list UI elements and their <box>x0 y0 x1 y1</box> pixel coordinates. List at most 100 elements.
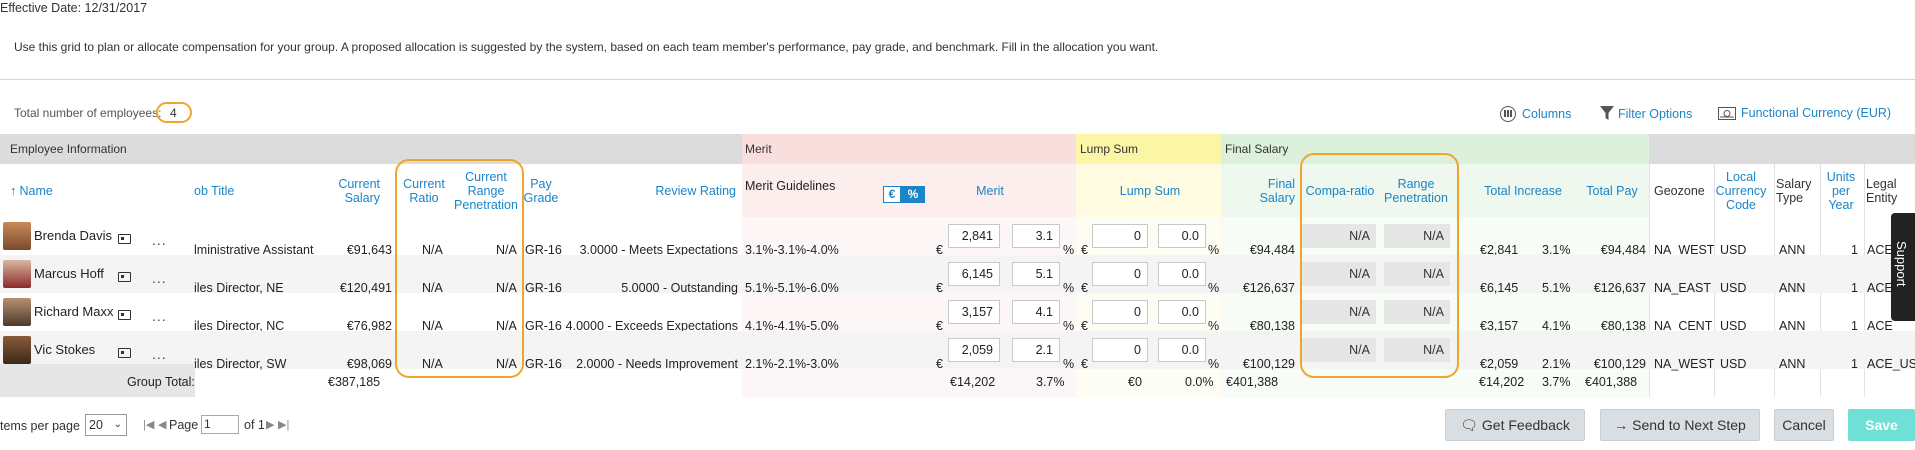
col-current-salary[interactable]: Current Salary <box>328 164 380 217</box>
col-pay-grade[interactable]: Pay Grade <box>524 164 559 217</box>
group-lump-sum: Lump Sum <box>1080 142 1139 156</box>
merit-amount-input[interactable]: 3,157 <box>948 300 1000 324</box>
send-to-next-step-button[interactable]: → Send to Next Step <box>1600 409 1760 441</box>
col-total-increase[interactable]: Total Increase <box>1478 164 1568 217</box>
save-button[interactable]: Save <box>1848 409 1915 441</box>
col-merit[interactable]: Merit <box>960 164 1020 217</box>
col-review-rating[interactable]: Review Rating <box>620 164 736 217</box>
range-penetration: N/A <box>1384 300 1450 324</box>
lump-amount-input[interactable]: 0 <box>1092 338 1148 362</box>
col-local-currency-code[interactable]: Local Currency Code <box>1714 164 1768 217</box>
more-options-icon[interactable]: ... <box>152 303 167 329</box>
filter-options-button[interactable]: Filter Options <box>1600 106 1692 121</box>
col-range-penetration[interactable]: Range Penetration <box>1380 164 1452 217</box>
merit-amount-input[interactable]: 2,841 <box>948 224 1000 248</box>
pay-grade: GR-16 <box>525 357 562 371</box>
range-penetration: N/A <box>1384 224 1450 248</box>
page-label: Page <box>169 418 199 432</box>
currency-icon <box>1718 106 1736 120</box>
table-row: Brenda Davis ... lministrative Assistant… <box>0 217 1915 257</box>
toggle-euro[interactable]: € <box>883 186 901 203</box>
lump-amount-input[interactable]: 0 <box>1092 300 1148 324</box>
toggle-percent[interactable]: % <box>901 186 925 203</box>
lump-percent-input[interactable]: 0.0 <box>1158 338 1206 362</box>
page-input[interactable]: 1 <box>201 415 239 434</box>
sort-up-icon: ↑ <box>10 182 17 198</box>
col-legal-entity[interactable]: Legal Entity <box>1866 164 1906 217</box>
header-divider <box>0 79 1915 80</box>
lump-amount-input[interactable]: 0 <box>1092 262 1148 286</box>
employee-name-link[interactable]: Marcus Hoff <box>34 255 104 293</box>
functional-currency-button[interactable]: Functional Currency (EUR) <box>1718 106 1891 120</box>
group-total-final: €401,388 <box>1226 375 1279 389</box>
merit-percent-input[interactable]: 5.1 <box>1012 262 1060 286</box>
get-feedback-button[interactable]: 🗨 Get Feedback <box>1445 409 1585 441</box>
id-card-icon[interactable] <box>118 309 131 320</box>
lump-amount-input[interactable]: 0 <box>1092 224 1148 248</box>
range-penetration: N/A <box>1384 338 1450 362</box>
employee-name-link[interactable]: Brenda Davis <box>34 217 112 255</box>
lump-percent-input[interactable]: 0.0 <box>1158 300 1206 324</box>
arrow-right-icon: → <box>1614 417 1629 433</box>
lump-percent-input[interactable]: 0.0 <box>1158 224 1206 248</box>
support-tab[interactable]: Support <box>1891 213 1915 321</box>
merit-percent-input[interactable]: 2.1 <box>1012 338 1060 362</box>
col-compa-ratio[interactable]: Compa-ratio <box>1302 164 1378 217</box>
col-current-ratio[interactable]: Current Ratio <box>400 164 448 217</box>
merit-currency: € <box>936 357 943 371</box>
lump-percent-input[interactable]: 0.0 <box>1158 262 1206 286</box>
columns-icon <box>1500 106 1516 122</box>
more-options-icon[interactable]: ... <box>152 227 167 253</box>
id-card-icon[interactable] <box>118 233 131 244</box>
col-units-per-year[interactable]: Units per Year <box>1820 164 1862 217</box>
feedback-icon: 🗨 <box>1460 417 1478 433</box>
col-geozone[interactable]: Geozone <box>1654 164 1705 217</box>
group-total-label: Group Total: <box>127 375 195 389</box>
total-employees-value: 4 <box>170 106 177 120</box>
id-card-icon[interactable] <box>118 347 131 358</box>
merit-amount-input[interactable]: 6,145 <box>948 262 1000 286</box>
units-per-year: 1 <box>1851 357 1858 371</box>
merit-guidelines: 2.1%-2.1%-3.0% <box>745 357 839 371</box>
filter-options-label: Filter Options <box>1618 106 1693 121</box>
current-ratio: N/A <box>422 357 443 371</box>
columns-label: Columns <box>1522 107 1572 121</box>
group-total-lump-pct: 0.0% <box>1185 375 1214 389</box>
range-penetration: N/A <box>1384 262 1450 286</box>
table-row: Vic Stokes ... iles Director, SW €98,069… <box>0 331 1915 371</box>
current-range-penetration: N/A <box>496 357 517 371</box>
id-card-icon[interactable] <box>118 271 131 282</box>
col-total-pay[interactable]: Total Pay <box>1580 164 1644 217</box>
col-lump-sum[interactable]: Lump Sum <box>1100 164 1200 217</box>
col-name[interactable]: ↑ Name <box>10 164 53 217</box>
prev-page-icon[interactable]: ◀ <box>158 418 166 431</box>
group-total-merit-pct: 3.7% <box>1036 375 1065 389</box>
chevron-down-icon: ⌄ <box>113 419 122 430</box>
table-row: Marcus Hoff ... iles Director, NE €120,4… <box>0 255 1915 295</box>
col-salary-type[interactable]: Salary Type <box>1776 164 1816 217</box>
col-final-salary[interactable]: Final Salary <box>1250 164 1295 217</box>
group-final-salary: Final Salary <box>1225 142 1289 156</box>
group-merit: Merit <box>745 142 772 156</box>
merit-percent-input[interactable]: 4.1 <box>1012 300 1060 324</box>
compa-ratio: N/A <box>1302 224 1376 248</box>
merit-percent-input[interactable]: 3.1 <box>1012 224 1060 248</box>
band-other <box>1649 134 1915 164</box>
band-merit <box>742 134 1076 164</box>
col-job-title[interactable]: ob Title <box>194 164 234 217</box>
more-options-icon[interactable]: ... <box>152 265 167 291</box>
table-row: Richard Maxx ... iles Director, NC €76,9… <box>0 293 1915 333</box>
col-current-range-penetration[interactable]: Current Range Penetration <box>450 164 522 217</box>
merit-amount-input[interactable]: 2,059 <box>948 338 1000 362</box>
review-rating-link[interactable]: 2.0000 - Needs Improvement <box>560 345 738 383</box>
salary-type: ANN <box>1779 357 1806 371</box>
cancel-button[interactable]: Cancel <box>1774 409 1834 441</box>
last-page-icon[interactable]: ▶| <box>278 418 289 431</box>
group-total-merit: €14,202 <box>950 375 996 389</box>
first-page-icon[interactable]: |◀ <box>143 418 154 431</box>
employee-name-link[interactable]: Richard Maxx <box>34 293 113 331</box>
items-per-page-select[interactable]: 20 ⌄ <box>85 414 127 436</box>
next-page-icon[interactable]: ▶ <box>266 418 274 431</box>
instructions-text: Use this grid to plan or allocate compen… <box>14 40 1159 54</box>
columns-button[interactable]: Columns <box>1500 106 1571 122</box>
